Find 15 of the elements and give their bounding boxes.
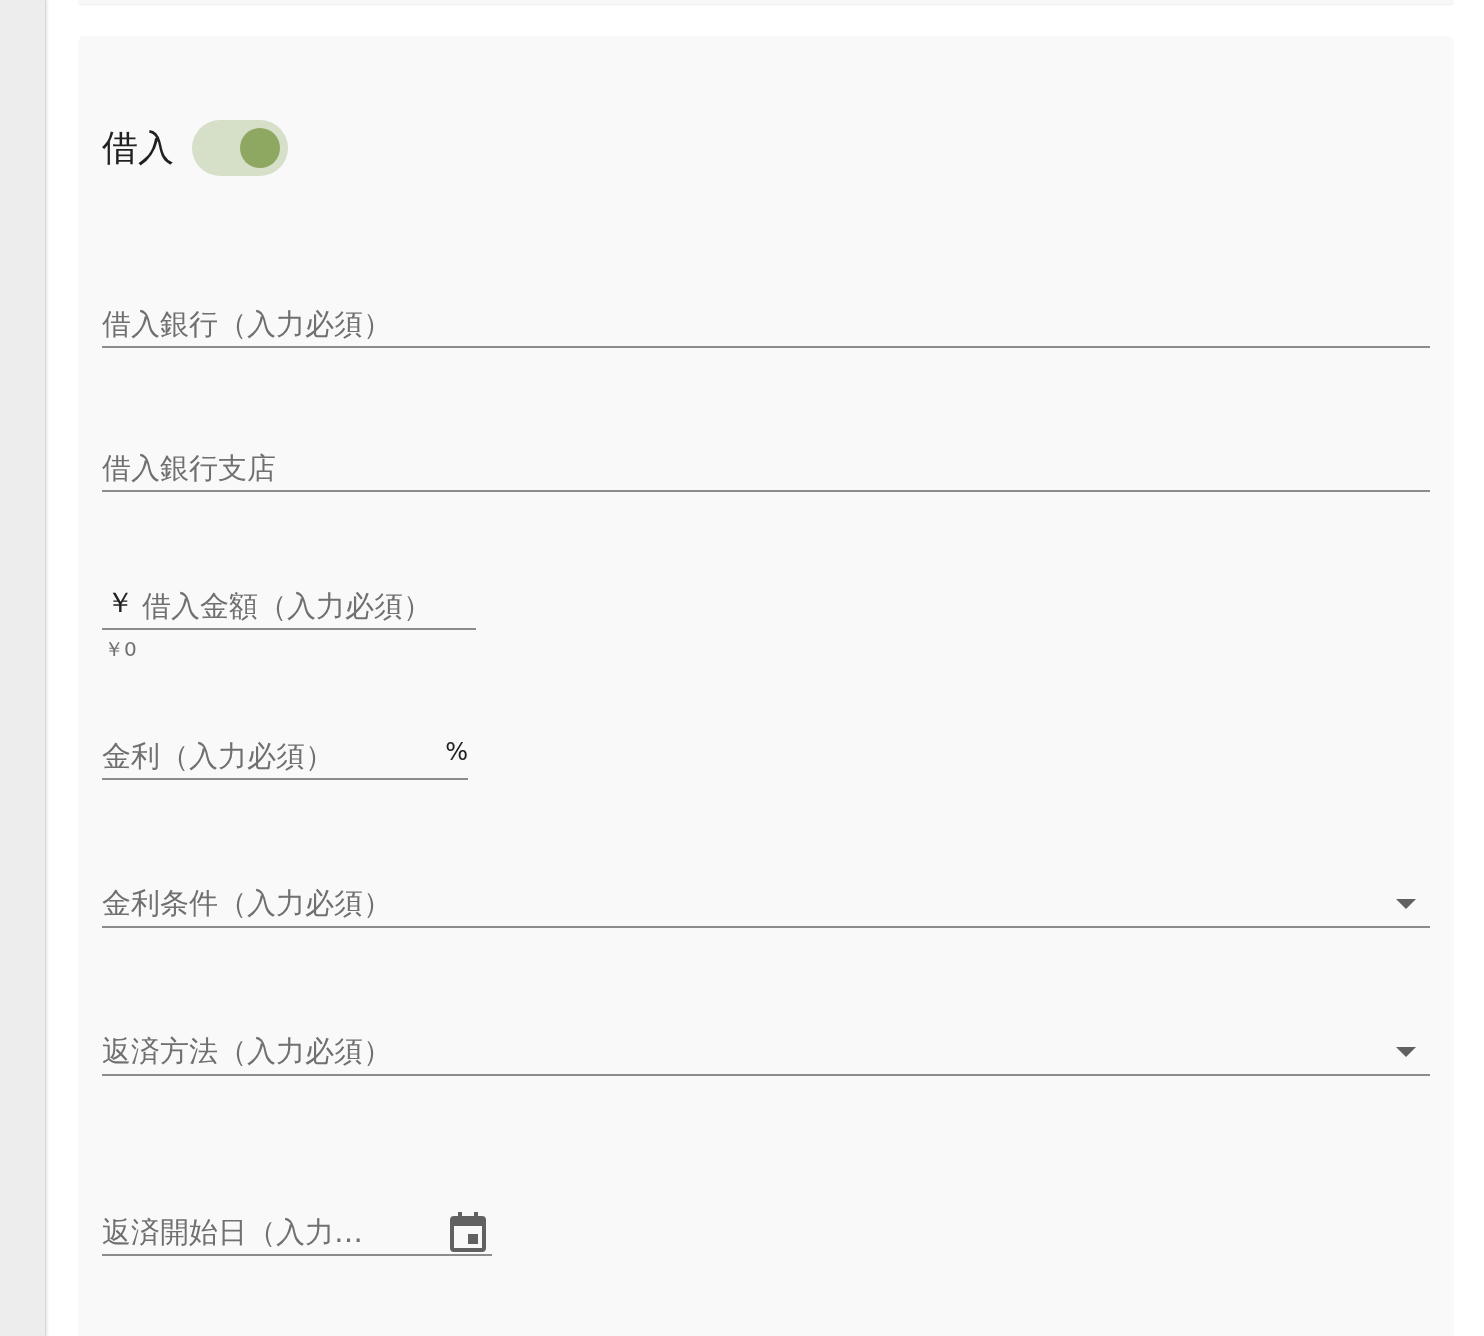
calendar-icon[interactable] bbox=[450, 1212, 486, 1252]
currency-prefix: ￥ bbox=[106, 585, 134, 621]
dropdown-arrow-icon[interactable] bbox=[1396, 899, 1416, 909]
input-field[interactable]: 返済開始日（入力… bbox=[102, 1215, 450, 1249]
percent-suffix: % bbox=[445, 738, 468, 766]
dropdown-arrow-icon[interactable] bbox=[1396, 1047, 1416, 1057]
input-field[interactable]: 金利（入力必須） bbox=[102, 739, 446, 773]
input-field[interactable]: 借入銀行支店 bbox=[102, 451, 1430, 485]
input-field[interactable]: 借入銀行（入力必須） bbox=[102, 307, 1430, 341]
input-field[interactable]: 借入金額（入力必須） bbox=[142, 589, 476, 623]
select-field[interactable]: 金利条件（入力必須） bbox=[102, 882, 1430, 928]
select-field[interactable]: 返済方法（入力必須） bbox=[102, 1030, 1430, 1076]
toggle-label: 借入 bbox=[102, 125, 174, 170]
toggle-switch[interactable] bbox=[192, 120, 288, 176]
helper-text: ￥0 bbox=[103, 636, 138, 663]
